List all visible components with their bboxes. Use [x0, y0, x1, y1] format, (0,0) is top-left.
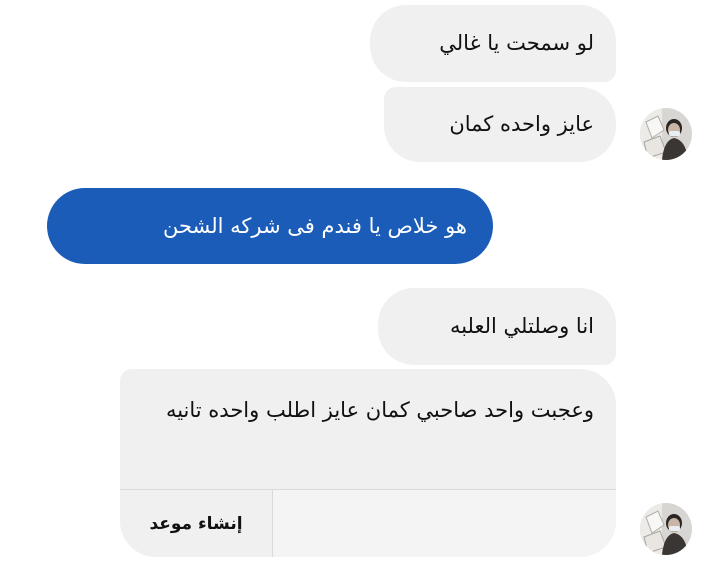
message-text: انا وصلتلي العلبه	[449, 314, 594, 338]
message-text: لو سمحت يا غالي	[439, 31, 594, 55]
message-bubble-outgoing[interactable]: هو خلاص يا فندم فى شركه الشحن	[47, 188, 493, 264]
message-text: عايز واحده كمان	[449, 112, 594, 136]
create-event-button[interactable]: إنشاء موعد	[120, 490, 273, 557]
message-text: هو خلاص يا فندم فى شركه الشحن	[162, 214, 467, 238]
action-bar	[273, 490, 616, 557]
contact-avatar[interactable]	[640, 503, 692, 555]
contact-avatar[interactable]	[640, 108, 692, 160]
contact-avatar-photo-icon	[640, 108, 692, 160]
message-bubble-incoming[interactable]: لو سمحت يا غالي	[370, 5, 616, 82]
message-bubble-incoming[interactable]: عايز واحده كمان	[384, 87, 616, 162]
message-bubble-incoming-with-action[interactable]: وعجبت واحد صاحبي كمان عايز اطلب واحده تا…	[120, 369, 616, 557]
message-text: وعجبت واحد صاحبي كمان عايز اطلب واحده تا…	[165, 398, 594, 422]
contact-avatar-photo-icon	[640, 503, 692, 555]
message-bubble-incoming[interactable]: انا وصلتلي العلبه	[378, 288, 616, 365]
